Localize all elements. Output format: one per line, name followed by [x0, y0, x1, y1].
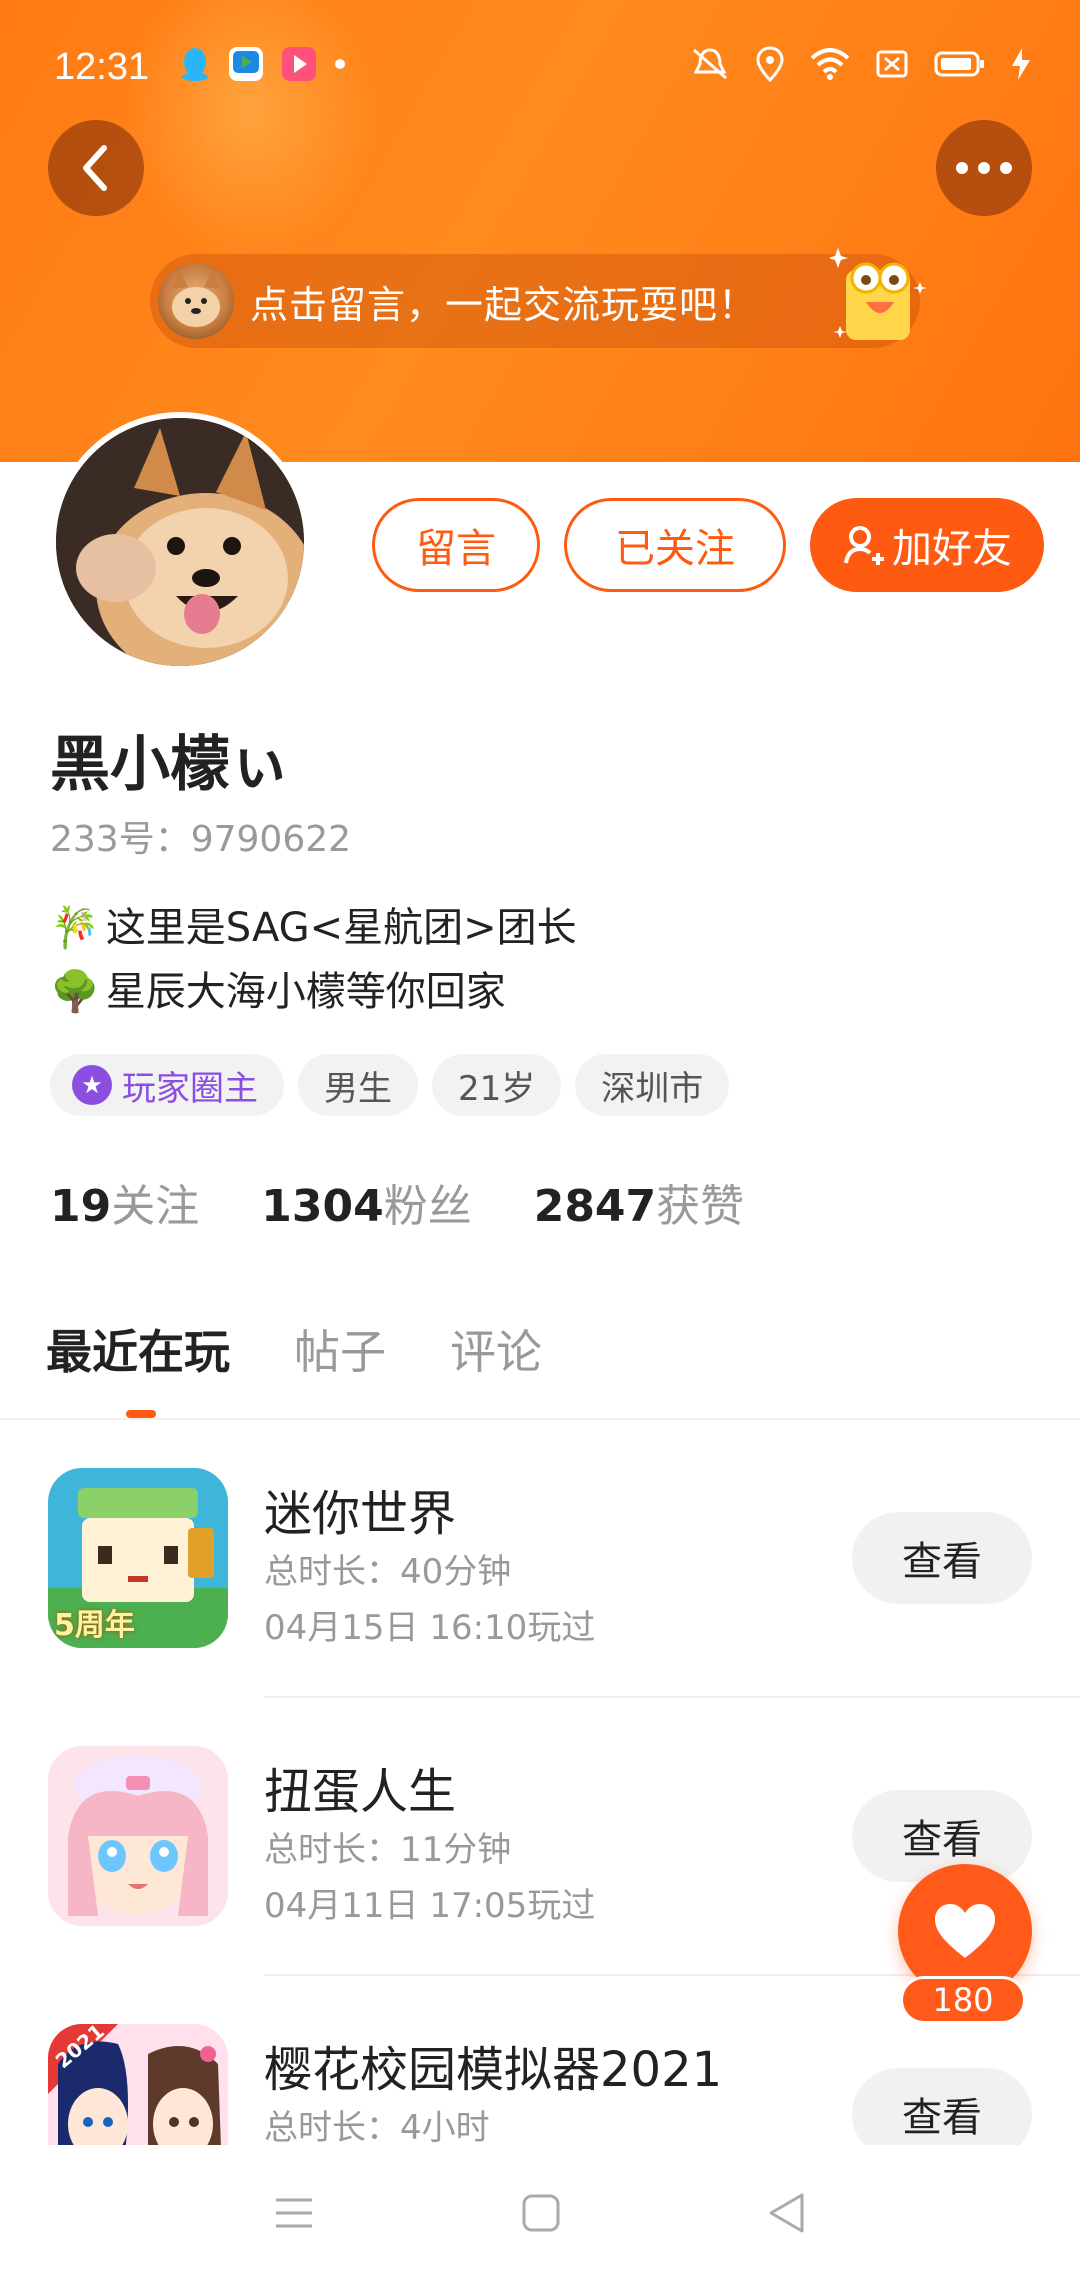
- status-system-icons: [690, 46, 1030, 82]
- stat-value: 1304: [261, 1181, 384, 1232]
- tab-recently-played[interactable]: 最近在玩: [46, 1316, 230, 1382]
- user-id: 233号：9790622: [50, 819, 352, 860]
- add-friend-label: 加好友: [892, 526, 1012, 572]
- bamboo-emoji-icon: 🎋: [50, 905, 100, 951]
- battery-icon: [934, 51, 984, 77]
- anniversary-badge: 5周年: [54, 1608, 135, 1643]
- tree-emoji-icon: 🌳: [50, 969, 100, 1015]
- mute-bell-icon: [693, 48, 727, 80]
- stat-label: 关注: [111, 1181, 200, 1232]
- status-bar: 12:31: [0, 0, 1080, 130]
- stat-fans[interactable]: 1304粉丝: [261, 1170, 471, 1234]
- status-notification-icons: [180, 46, 346, 82]
- stat-following[interactable]: 19关注: [50, 1170, 199, 1234]
- banner-text: 点击留言，一起交流玩耍吧！: [250, 282, 758, 327]
- stat-label: 获赞: [656, 1181, 745, 1232]
- location-icon: [756, 46, 784, 82]
- sim-icon: [876, 50, 908, 78]
- tag-gender: 男生: [298, 1054, 418, 1116]
- video-app-icon: [229, 47, 263, 81]
- star-badge-icon: ★: [72, 1065, 112, 1105]
- user-tags: ★ 玩家圈主 男生 21岁 深圳市: [50, 1054, 730, 1116]
- back-triangle-icon[interactable]: [768, 2192, 806, 2234]
- bio-line: 🎋 这里是SAG<星航团>团长: [50, 896, 577, 960]
- tag-age: 21岁: [432, 1054, 562, 1116]
- stat-label: 粉丝: [383, 1181, 472, 1232]
- recent-games-list: 5周年 迷你世界 总时长：40分钟 04月15日 16:10玩过 查看 扭蛋人生…: [0, 1420, 1080, 2145]
- gacha-life-game-icon: [48, 1746, 228, 1926]
- chevron-left-icon: [83, 145, 107, 191]
- stat-likes[interactable]: 2847获赞: [534, 1170, 744, 1234]
- stat-value: 19: [50, 1181, 112, 1232]
- game-last-played: 04月15日 16:10玩过: [264, 1608, 596, 1648]
- menu-icon[interactable]: [274, 2196, 314, 2230]
- tab-indicator: [126, 1410, 156, 1418]
- game-duration: 总时长：40分钟: [264, 1552, 512, 1592]
- followed-button[interactable]: 已关注: [564, 498, 786, 592]
- game-name: 扭蛋人生: [264, 1764, 457, 1820]
- game-duration: 总时长：4小时: [264, 2108, 490, 2145]
- add-user-icon: [844, 526, 884, 565]
- game-row[interactable]: 5周年 迷你世界 总时长：40分钟 04月15日 16:10玩过 查看: [0, 1420, 1080, 1698]
- mascot-icon: [830, 248, 927, 340]
- game-last-played: 04月11日 17:05玩过: [264, 1886, 596, 1926]
- view-game-button[interactable]: 查看: [852, 1512, 1032, 1604]
- like-count: 180: [900, 1976, 1026, 2024]
- wifi-icon: [810, 48, 850, 80]
- system-navigation-bar: [0, 2145, 1080, 2280]
- more-dots-icon: [956, 162, 1012, 174]
- user-nickname: 黑小檬ぃ: [50, 730, 290, 800]
- qq-icon: [182, 48, 208, 81]
- tag-label: 玩家圈主: [122, 1068, 258, 1109]
- view-game-button[interactable]: 查看: [852, 2068, 1032, 2145]
- more-button[interactable]: [936, 120, 1032, 216]
- tag-player-circle-host[interactable]: ★ 玩家圈主: [50, 1054, 284, 1116]
- add-friend-button[interactable]: 加好友: [810, 498, 1044, 592]
- banner-avatar: [158, 263, 234, 339]
- game-name: 樱花校园模拟器2021: [264, 2042, 723, 2098]
- sakura-school-game-icon: 2021: [48, 2024, 228, 2145]
- leave-message-button[interactable]: 留言: [372, 498, 540, 592]
- mini-world-game-icon: 5周年: [48, 1468, 228, 1648]
- media-app-icon: [282, 47, 316, 81]
- game-name: 迷你世界: [264, 1486, 457, 1542]
- home-icon[interactable]: [522, 2194, 560, 2232]
- profile-header: 12:31 点击留言，一起交流玩耍吧！: [0, 0, 1080, 462]
- user-stats: 19关注 1304粉丝 2847获赞: [50, 1170, 744, 1234]
- bio-line: 🌳 星辰大海小檬等你回家: [50, 960, 577, 1024]
- game-duration: 总时长：11分钟: [264, 1830, 512, 1870]
- heart-icon: [935, 1904, 995, 1958]
- profile-avatar[interactable]: [50, 412, 310, 672]
- tab-comments[interactable]: 评论: [450, 1316, 542, 1382]
- back-button[interactable]: [48, 120, 144, 216]
- message-banner[interactable]: 点击留言，一起交流玩耍吧！: [150, 248, 927, 348]
- bio-text: 这里是SAG<星航团>团长: [105, 905, 577, 951]
- stat-value: 2847: [533, 1181, 657, 1232]
- user-bio: 🎋 这里是SAG<星航团>团长 🌳 星辰大海小檬等你回家: [50, 896, 577, 1024]
- tab-posts[interactable]: 帖子: [294, 1316, 386, 1382]
- status-time: 12:31: [54, 46, 150, 88]
- charging-icon: [1012, 48, 1030, 80]
- profile-tabs: 最近在玩 帖子 评论: [46, 1316, 542, 1382]
- tag-city: 深圳市: [575, 1054, 730, 1116]
- dot-icon: [335, 59, 345, 69]
- bio-text: 星辰大海小檬等你回家: [105, 969, 506, 1015]
- avatar-image: [56, 418, 304, 666]
